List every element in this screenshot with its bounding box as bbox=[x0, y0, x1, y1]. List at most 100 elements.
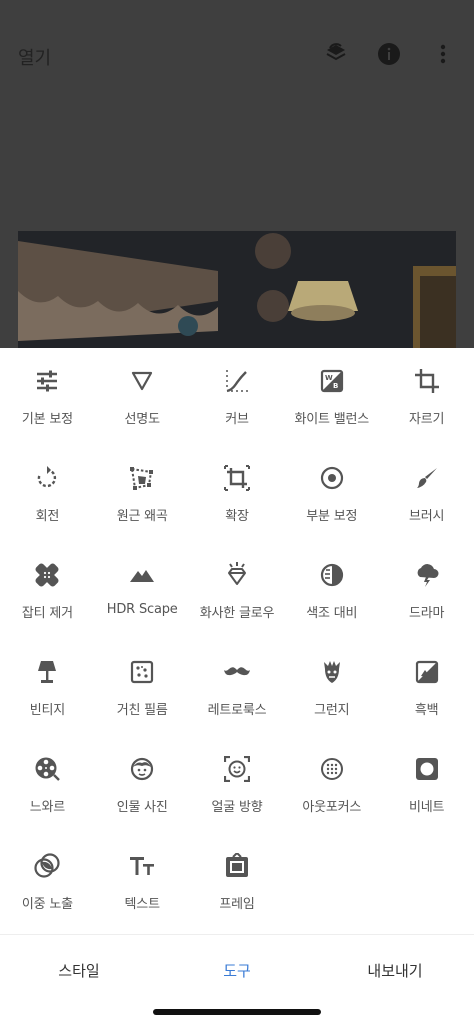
tool-label: 비네트 bbox=[408, 800, 445, 815]
tool-label: 인물 사진 bbox=[116, 800, 168, 815]
tool-label: 부분 보정 bbox=[306, 509, 358, 524]
tab-styles[interactable]: 스타일 bbox=[0, 935, 158, 1005]
tool-text[interactable]: 텍스트 bbox=[95, 839, 190, 936]
triangle-icon bbox=[125, 364, 159, 398]
home-indicator[interactable] bbox=[153, 1009, 321, 1015]
tool-label: 선명도 bbox=[124, 412, 160, 427]
info-icon[interactable] bbox=[373, 38, 405, 70]
lamp-icon bbox=[30, 655, 64, 689]
tool-lens-blur[interactable]: 아웃포커스 bbox=[284, 742, 379, 839]
tool-label: 원근 왜곡 bbox=[116, 509, 168, 524]
healing-icon bbox=[30, 558, 64, 592]
tool-details[interactable]: 선명도 bbox=[95, 354, 190, 451]
perspective-icon bbox=[125, 461, 159, 495]
bottom-tab-bar: 스타일 도구 내보내기 bbox=[0, 934, 474, 1005]
tool-label: 그런지 bbox=[314, 703, 350, 718]
tool-crop[interactable]: 자르기 bbox=[379, 354, 474, 451]
tool-hdr-scape[interactable]: HDR Scape bbox=[95, 548, 190, 645]
tool-tune-image[interactable]: 기본 보정 bbox=[0, 354, 95, 451]
tool-label: 느와르 bbox=[29, 800, 66, 815]
vignette-icon bbox=[410, 752, 444, 786]
crop-icon bbox=[410, 364, 444, 398]
layers-undo-icon[interactable] bbox=[320, 38, 352, 70]
rotate-icon bbox=[30, 461, 64, 495]
portrait-face-icon bbox=[125, 752, 159, 786]
tool-healing[interactable]: 잡티 제거 bbox=[0, 548, 95, 645]
tool-label: 빈티지 bbox=[29, 703, 66, 718]
curve-icon bbox=[220, 364, 254, 398]
head-pose-icon bbox=[220, 752, 254, 786]
tool-label: 얼굴 방향 bbox=[211, 800, 263, 815]
tool-selective[interactable]: 부분 보정 bbox=[284, 451, 379, 548]
tool-grainy-film[interactable]: 거친 필름 bbox=[95, 645, 190, 742]
photo-preview bbox=[18, 231, 456, 361]
svg-text:W: W bbox=[325, 374, 333, 382]
tool-portrait[interactable]: 인물 사진 bbox=[95, 742, 190, 839]
svg-text:B: B bbox=[333, 382, 338, 390]
tool-label: 화이트 밸런스 bbox=[294, 412, 370, 427]
tool-label: 브러시 bbox=[408, 509, 445, 524]
film-reel-icon bbox=[30, 752, 64, 786]
tool-label: 레트로룩스 bbox=[207, 703, 267, 718]
mountain-icon bbox=[125, 558, 159, 592]
tool-head-pose[interactable]: 얼굴 방향 bbox=[190, 742, 285, 839]
tool-brush[interactable]: 브러시 bbox=[379, 451, 474, 548]
tool-label: 흑백 bbox=[414, 703, 439, 718]
tool-label: 아웃포커스 bbox=[302, 800, 362, 815]
tool-perspective[interactable]: 원근 왜곡 bbox=[95, 451, 190, 548]
expand-icon bbox=[220, 461, 254, 495]
double-exposure-icon bbox=[30, 849, 64, 883]
tool-grunge[interactable]: 그런지 bbox=[284, 645, 379, 742]
tab-tools[interactable]: 도구 bbox=[158, 935, 316, 1005]
text-icon bbox=[125, 849, 159, 883]
tool-noir[interactable]: 느와르 bbox=[0, 742, 95, 839]
tool-drama[interactable]: 드라마 bbox=[379, 548, 474, 645]
tune-icon bbox=[30, 364, 64, 398]
tool-vintage[interactable]: 빈티지 bbox=[0, 645, 95, 742]
tool-label: 기본 보정 bbox=[21, 412, 73, 427]
tool-label: 프레임 bbox=[219, 897, 255, 912]
tool-retrolux[interactable]: 레트로룩스 bbox=[190, 645, 285, 742]
more-vert-icon[interactable] bbox=[427, 38, 459, 70]
tool-vignette[interactable]: 비네트 bbox=[379, 742, 474, 839]
drama-cloud-icon bbox=[410, 558, 444, 592]
brush-icon bbox=[410, 461, 444, 495]
black-white-icon bbox=[410, 655, 444, 689]
tool-label: 회전 bbox=[35, 509, 60, 524]
tool-black-white[interactable]: 흑백 bbox=[379, 645, 474, 742]
tool-label: 자르기 bbox=[408, 412, 445, 427]
tool-label: 화사한 글로우 bbox=[199, 606, 275, 621]
tools-sheet: 기본 보정 선명도 커브 WB 화이트 밸런스 자르기 회전 원근 왜곡 확장 … bbox=[0, 348, 474, 1024]
top-bar: 열기 bbox=[0, 0, 474, 110]
grunge-icon bbox=[315, 655, 349, 689]
tool-frames[interactable]: 프레임 bbox=[190, 839, 285, 936]
selective-icon bbox=[315, 461, 349, 495]
tab-export[interactable]: 내보내기 bbox=[316, 935, 474, 1005]
tool-label: 드라마 bbox=[408, 606, 445, 621]
tool-expand[interactable]: 확장 bbox=[190, 451, 285, 548]
frame-icon bbox=[220, 849, 254, 883]
tool-tonal-contrast[interactable]: 색조 대비 bbox=[284, 548, 379, 645]
glamour-glow-icon bbox=[220, 558, 254, 592]
open-title[interactable]: 열기 bbox=[18, 44, 51, 70]
lens-blur-icon bbox=[315, 752, 349, 786]
tool-label: 거친 필름 bbox=[116, 703, 168, 718]
tool-curves[interactable]: 커브 bbox=[190, 354, 285, 451]
tool-white-balance[interactable]: WB 화이트 밸런스 bbox=[284, 354, 379, 451]
tool-label: HDR Scape bbox=[106, 602, 178, 617]
tonal-contrast-icon bbox=[315, 558, 349, 592]
tools-grid: 기본 보정 선명도 커브 WB 화이트 밸런스 자르기 회전 원근 왜곡 확장 … bbox=[0, 354, 474, 936]
white-balance-icon: WB bbox=[315, 364, 349, 398]
grainy-film-icon bbox=[125, 655, 159, 689]
tool-double-exposure[interactable]: 이중 노출 bbox=[0, 839, 95, 936]
tool-label: 색조 대비 bbox=[306, 606, 358, 621]
tool-rotate[interactable]: 회전 bbox=[0, 451, 95, 548]
mustache-icon bbox=[220, 655, 254, 689]
tool-label: 이중 노출 bbox=[21, 897, 73, 912]
tool-glamour-glow[interactable]: 화사한 글로우 bbox=[190, 548, 285, 645]
dimmed-background: 열기 bbox=[0, 0, 474, 361]
tool-label: 커브 bbox=[225, 412, 249, 427]
tool-label: 잡티 제거 bbox=[21, 606, 73, 621]
tool-label: 확장 bbox=[225, 509, 249, 524]
tool-label: 텍스트 bbox=[124, 897, 160, 912]
